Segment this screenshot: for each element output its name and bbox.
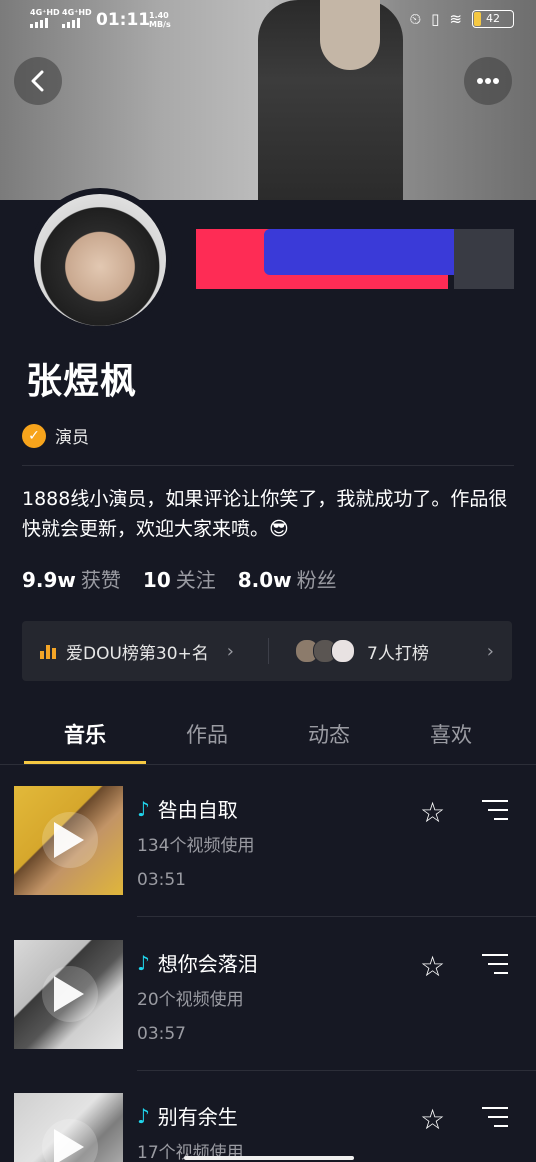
song-title-row: ♪ 想你会落泪 [137, 948, 258, 977]
network-label-2: 4G⁺HD [62, 8, 92, 17]
music-list-item[interactable]: ♪ 别有余生 17个视频使用 ☆ [0, 1093, 536, 1162]
stat-label: 获赞 [80, 568, 121, 592]
chart-bars-icon [40, 643, 56, 659]
dou-rank-label: 爱DOU榜第30+名 [66, 643, 209, 664]
status-bar: 4G⁺HD 4G⁺HD 01:11 1.40 MB/s ⏲ ▯ ≋ 42 [0, 0, 536, 40]
tab-works[interactable]: 作品 [146, 712, 268, 764]
star-icon[interactable]: ☆ [420, 1103, 445, 1136]
verification-row: ✓ 演员 [22, 423, 89, 448]
verified-badge-icon: ✓ [22, 423, 46, 448]
dou-rank-entry[interactable]: 爱DOU榜第30+名 › [22, 639, 268, 664]
verified-label: 演员 [55, 428, 89, 448]
wifi-icon: ≋ [449, 10, 462, 28]
music-list-item[interactable]: ♪ 咎由自取 134个视频使用 03:51 ☆ [0, 786, 536, 906]
music-note-icon: ♪ [137, 796, 150, 821]
list-menu-icon[interactable] [482, 954, 508, 981]
song-duration: 03:57 [137, 1024, 186, 1044]
tab-likes[interactable]: 喜欢 [390, 712, 512, 764]
supporter-avatars [295, 639, 355, 663]
divider [22, 465, 514, 466]
tab-music[interactable]: 音乐 [24, 712, 146, 764]
chevron-right-icon: › [486, 640, 494, 662]
speed-value: 1.40 [149, 11, 169, 20]
network-label-1: 4G⁺HD [30, 8, 60, 17]
supporters-entry[interactable]: 7人打榜 › [269, 639, 512, 664]
song-title: 咎由自取 [157, 798, 238, 822]
speed-unit: MB/s [149, 20, 171, 29]
battery-level: 42 [486, 12, 500, 25]
recommend-button[interactable] [454, 229, 514, 289]
clock: 01:11 [96, 10, 151, 30]
avatar[interactable] [28, 188, 172, 332]
song-cover-image[interactable] [14, 1093, 123, 1162]
stat-label: 关注 [175, 568, 216, 592]
play-icon [54, 976, 84, 1012]
battery-icon: 42 [472, 10, 514, 28]
more-dots-icon [477, 78, 499, 84]
song-usage: 134个视频使用 [137, 836, 255, 856]
stat-label: 粉丝 [296, 568, 337, 592]
star-icon[interactable]: ☆ [420, 950, 445, 983]
song-duration: 03:51 [137, 870, 186, 890]
song-title: 别有余生 [157, 1105, 238, 1129]
stat-value: 10 [142, 568, 171, 592]
network-speed: 1.40 MB/s [149, 11, 171, 29]
song-divider [137, 1070, 536, 1071]
stat-value: 8.0w [237, 568, 292, 592]
music-note-icon: ♪ [137, 1103, 150, 1128]
avatar-image [34, 194, 166, 326]
profile-name: 张煜枫 [26, 361, 138, 402]
chevron-right-icon: › [226, 640, 234, 662]
alarm-icon: ⏲ [409, 10, 422, 28]
stat-following[interactable]: 10 关注 [143, 564, 216, 593]
supporters-label: 7人打榜 [367, 643, 429, 664]
vibrate-icon: ▯ [431, 10, 440, 28]
list-menu-icon[interactable] [482, 800, 508, 827]
song-title-row: ♪ 咎由自取 [137, 794, 238, 823]
home-indicator[interactable] [184, 1156, 354, 1160]
signal-icon-2 [62, 18, 80, 28]
tab-moments[interactable]: 动态 [268, 712, 390, 764]
song-divider [137, 916, 536, 917]
play-icon [54, 1129, 84, 1162]
profile-bio: 1888线小演员，如果评论让你笑了，我就成功了。作品很快就会更新，欢迎大家来喷。… [22, 488, 508, 540]
star-icon[interactable]: ☆ [420, 796, 445, 829]
list-menu-icon[interactable] [482, 1107, 508, 1134]
ranking-box: 爱DOU榜第30+名 › 7人打榜 › [22, 621, 512, 681]
music-note-icon: ♪ [137, 950, 150, 975]
stats-row: 9.9w 获赞 10 关注 8.0w 粉丝 [22, 564, 337, 593]
stat-value: 9.9w [22, 568, 76, 592]
chevron-left-icon [31, 70, 44, 92]
play-icon [54, 822, 84, 858]
song-cover-image[interactable] [14, 786, 123, 895]
supporter-avatar [331, 639, 355, 663]
back-button[interactable] [14, 57, 62, 105]
song-cover-image[interactable] [14, 940, 123, 1049]
stat-likes: 9.9w 获赞 [22, 564, 121, 593]
music-list-item[interactable]: ♪ 想你会落泪 20个视频使用 03:57 ☆ [0, 940, 536, 1060]
stat-followers[interactable]: 8.0w 粉丝 [238, 564, 337, 593]
signal-icon-1 [30, 18, 48, 28]
song-title: 想你会落泪 [157, 952, 258, 976]
song-usage: 20个视频使用 [137, 990, 244, 1010]
song-title-row: ♪ 别有余生 [137, 1101, 238, 1130]
profile-tabs: 音乐 作品 动态 喜欢 [0, 712, 536, 764]
more-button[interactable] [464, 57, 512, 105]
tabs-divider [0, 764, 536, 765]
